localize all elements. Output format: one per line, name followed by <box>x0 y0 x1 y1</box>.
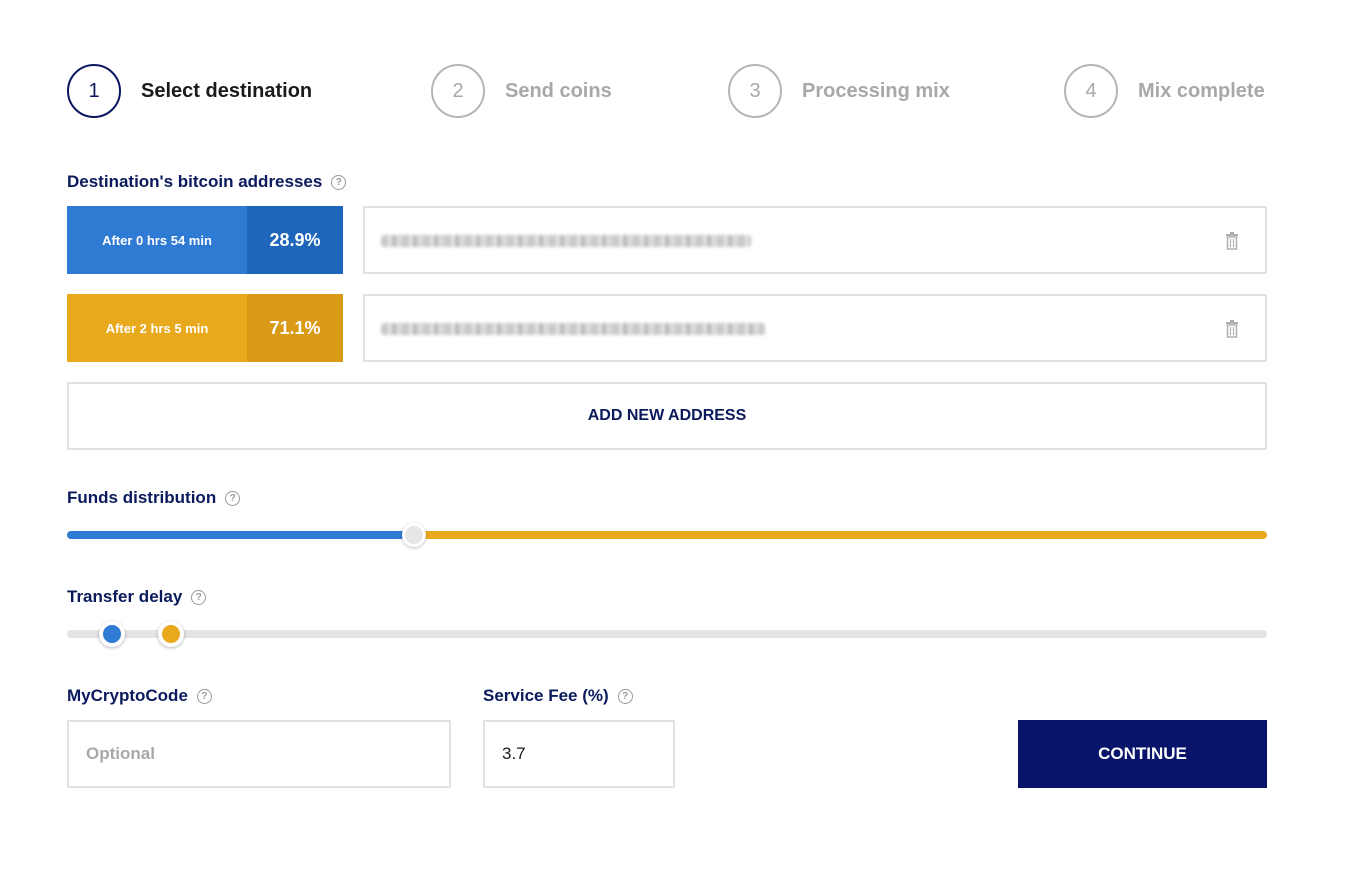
code-label: MyCryptoCode ? <box>67 686 212 706</box>
help-icon[interactable]: ? <box>331 174 347 190</box>
step-label: Processing mix <box>802 79 950 102</box>
address-badge: After 0 hrs 54 min 28.9% <box>67 206 343 274</box>
percent-label: 71.1% <box>247 294 343 362</box>
address-badge: After 2 hrs 5 min 71.1% <box>67 294 343 362</box>
delay-label: After 2 hrs 5 min <box>67 294 247 362</box>
help-icon[interactable]: ? <box>225 490 241 506</box>
step-label: Mix complete <box>1138 79 1265 102</box>
distribution-thumb[interactable] <box>402 523 426 547</box>
progress-steps: 1 Select destination 2 Send coins 3 Proc… <box>67 64 1267 118</box>
continue-button[interactable]: CONTINUE <box>1018 720 1267 788</box>
fee-label-text: Service Fee (%) <box>483 686 609 705</box>
delay-label: Transfer delay ? <box>67 587 207 607</box>
distribution-label: Funds distribution ? <box>67 488 241 508</box>
service-fee-input[interactable] <box>483 720 675 788</box>
code-label-text: MyCryptoCode <box>67 686 188 705</box>
step-processing-mix: 3 Processing mix <box>728 64 950 118</box>
help-icon[interactable]: ? <box>617 688 633 704</box>
step-select-destination: 1 Select destination <box>67 64 312 118</box>
fee-label: Service Fee (%) ? <box>483 686 633 706</box>
distribution-label-text: Funds distribution <box>67 488 217 507</box>
help-icon[interactable]: ? <box>191 589 207 605</box>
delay-slider[interactable] <box>67 621 1267 647</box>
address-row: After 0 hrs 54 min 28.9% <box>67 206 1267 274</box>
step-number: 4 <box>1064 64 1118 118</box>
destinations-label: Destination's bitcoin addresses ? <box>67 172 347 192</box>
mycryptocode-input[interactable] <box>67 720 451 788</box>
step-label: Select destination <box>141 79 313 102</box>
delay-label: After 0 hrs 54 min <box>67 206 247 274</box>
step-label: Send coins <box>505 79 612 102</box>
help-icon[interactable]: ? <box>196 688 212 704</box>
blurred-address <box>381 323 765 335</box>
distribution-slider[interactable] <box>67 523 1267 547</box>
address-input[interactable] <box>363 206 1267 274</box>
destinations-label-text: Destination's bitcoin addresses <box>67 172 323 191</box>
step-send-coins: 2 Send coins <box>431 64 612 118</box>
step-number: 2 <box>431 64 485 118</box>
trash-icon[interactable] <box>1225 232 1239 250</box>
address-input[interactable] <box>363 294 1267 362</box>
delay-thumb-blue[interactable] <box>99 621 125 647</box>
delay-thumb-gold[interactable] <box>158 621 184 647</box>
add-new-address-button[interactable]: ADD NEW ADDRESS <box>67 382 1267 450</box>
address-row: After 2 hrs 5 min 71.1% <box>67 294 1267 362</box>
step-mix-complete: 4 Mix complete <box>1064 64 1265 118</box>
step-number: 3 <box>728 64 782 118</box>
trash-icon[interactable] <box>1225 320 1239 338</box>
blurred-address <box>381 235 751 247</box>
distribution-fill <box>67 531 414 539</box>
percent-label: 28.9% <box>247 206 343 274</box>
step-number: 1 <box>67 64 121 118</box>
delay-label-text: Transfer delay <box>67 587 183 606</box>
